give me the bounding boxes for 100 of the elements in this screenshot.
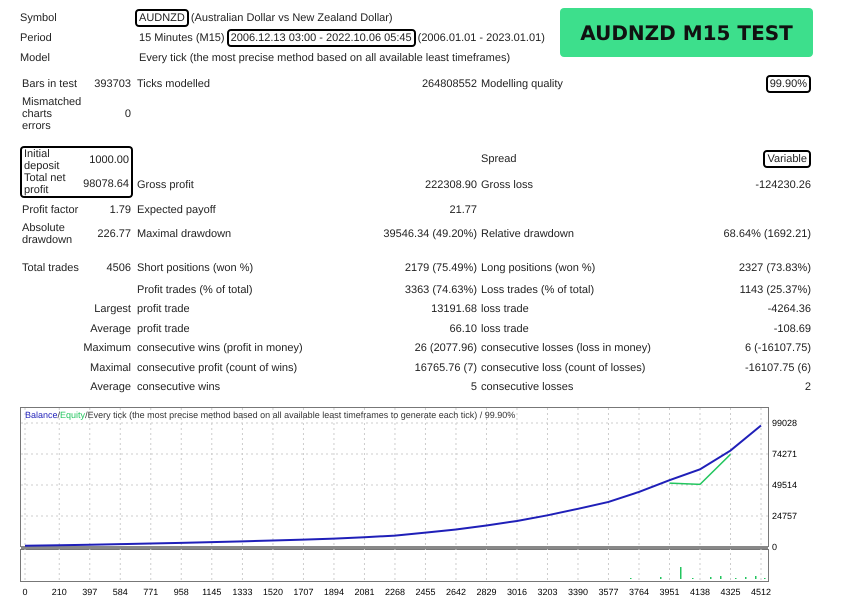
stat-label: Absolute drawdown [22, 222, 74, 246]
stat-label: Average [90, 381, 131, 394]
stat-value: 2179 (75.49%) [404, 262, 477, 274]
stat-label: consecutive losses [481, 381, 574, 394]
x-axis-label: 3577 [598, 587, 618, 597]
stat-label: Mismatched charts errors [22, 96, 80, 132]
stat-label: Profit trades (% of total) [137, 284, 253, 296]
title-badge: AUDNZD M15 TEST [560, 8, 813, 57]
stat-label: Initial deposit [24, 148, 60, 172]
stat-value: 21.77 [449, 204, 477, 216]
stat-label: Profit factor [22, 204, 80, 216]
x-axis-label: 4325 [720, 587, 740, 597]
stat-value: 98078.64 [83, 178, 129, 190]
x-axis-label: 1707 [293, 587, 314, 597]
x-axis-label: 397 [82, 587, 98, 597]
y-axis-label: 99028 [772, 418, 798, 428]
x-axis-label: 771 [143, 587, 158, 597]
stat-label: Spread [481, 153, 516, 165]
stat-label: Total trades [22, 262, 80, 274]
x-axis-label: 3016 [506, 587, 527, 597]
stat-label: consecutive wins [137, 381, 220, 394]
stat-label: Maximal drawdown [137, 228, 232, 240]
field-value: Every tick (the most precise method based on all available least timeframes) [138, 51, 512, 66]
legend-label: Balance [25, 410, 58, 420]
x-axis-label: 2642 [446, 587, 466, 597]
x-axis-label: 584 [112, 587, 128, 597]
stat-value: 2327 (73.83%) [738, 262, 811, 274]
stat-label: Maximum [83, 342, 131, 354]
y-axis-label: 74271 [772, 449, 798, 459]
stat-label: Gross loss [481, 179, 533, 191]
stat-value: 68.64% (1692.21) [724, 228, 811, 240]
stat-label: Short positions (won %) [137, 262, 254, 274]
stat-value: 393703 [94, 78, 131, 90]
stat-label: consecutive wins (profit in money) [137, 342, 303, 354]
stat-value: 0 [124, 108, 131, 120]
x-axis-label: 1520 [262, 587, 283, 597]
x-axis-label: 3203 [537, 587, 558, 597]
stat-value: 39546.34 (49.20%) [383, 228, 477, 240]
x-axis-label: 210 [52, 587, 67, 597]
x-axis-label: 0 [22, 587, 28, 597]
legend-separator: / [85, 410, 88, 420]
stat-value: 222308.90 [425, 179, 477, 191]
legend-label: Equity [60, 410, 86, 420]
stat-label: loss trade [481, 322, 529, 335]
stat-value: -16107.75 (6) [744, 362, 811, 374]
stat-label: consecutive loss (count of losses) [481, 362, 646, 374]
stat-value: 226.77 [97, 228, 131, 240]
field-value: (2006.01.01 - 2023.01.01) [416, 31, 546, 46]
stat-value: 26 (2077.96) [414, 342, 477, 354]
stat-value: 66.10 [449, 322, 477, 335]
highlighted-value: 2006.12.13 03:00 - 2022.10.06 05:45 [226, 29, 416, 47]
stat-value: 16765.76 (7) [414, 362, 477, 374]
stat-label: Relative drawdown [481, 228, 574, 240]
x-axis-label: 3951 [659, 587, 680, 597]
y-axis-label: 0 [772, 542, 778, 552]
stat-label: Modelling quality [481, 78, 563, 90]
stat-value: 6 (-16107.75) [744, 342, 811, 354]
stat-label: Total net profit [24, 172, 67, 196]
stat-label: consecutive losses (loss in money) [481, 342, 651, 354]
highlighted-value: 99.90% [766, 75, 811, 93]
x-axis-label: 2829 [476, 587, 496, 597]
stat-label: Gross profit [137, 179, 194, 191]
stat-value: -4264.36 [768, 303, 811, 316]
stat-value: 264808552 [422, 78, 477, 90]
highlighted-value: Variable [763, 150, 811, 168]
x-axis-label: 4138 [690, 587, 710, 597]
stat-value: 1.79 [110, 204, 131, 216]
stat-value: 2 [804, 381, 811, 394]
x-axis-label: 1333 [232, 587, 252, 597]
stat-label: Ticks modelled [137, 78, 210, 90]
stat-label: Expected payoff [137, 204, 216, 216]
y-axis-label: 24757 [772, 511, 798, 521]
stat-label: Maximal [90, 362, 131, 374]
stat-label: Long positions (won %) [481, 262, 596, 274]
stat-label: Bars in test [22, 78, 78, 90]
stat-value: -124230.26 [755, 179, 811, 191]
stat-label: Largest [94, 303, 131, 316]
x-axis-label: 4512 [750, 587, 772, 597]
stat-label: profit trade [137, 303, 190, 316]
x-axis-label: 2455 [415, 587, 436, 597]
y-axis-label: 49514 [772, 480, 798, 490]
field-label: Model [20, 52, 51, 64]
x-axis-label: 1894 [324, 587, 344, 597]
x-axis-label: 1145 [202, 587, 222, 597]
stat-value: 13191.68 [431, 303, 477, 316]
stat-value: 4506 [106, 262, 131, 274]
x-axis-label: 3390 [568, 587, 588, 597]
stat-value: -108.69 [774, 322, 811, 335]
stat-value: 1143 (25.37%) [740, 284, 811, 296]
stat-label: Loss trades (% of total) [481, 284, 594, 296]
stat-label: profit trade [137, 322, 190, 335]
x-axis-label: 2268 [384, 587, 405, 597]
highlighted-value: AUDNZD [135, 9, 189, 27]
field-label: Period [20, 32, 53, 44]
x-axis-label: 958 [174, 587, 189, 597]
stat-label: consecutive profit (count of wins) [137, 362, 298, 374]
stat-value: 3363 (74.63%) [404, 284, 477, 296]
field-label: Symbol [20, 12, 58, 24]
x-axis-label: 3764 [628, 587, 649, 597]
stat-label: Average [90, 322, 131, 335]
